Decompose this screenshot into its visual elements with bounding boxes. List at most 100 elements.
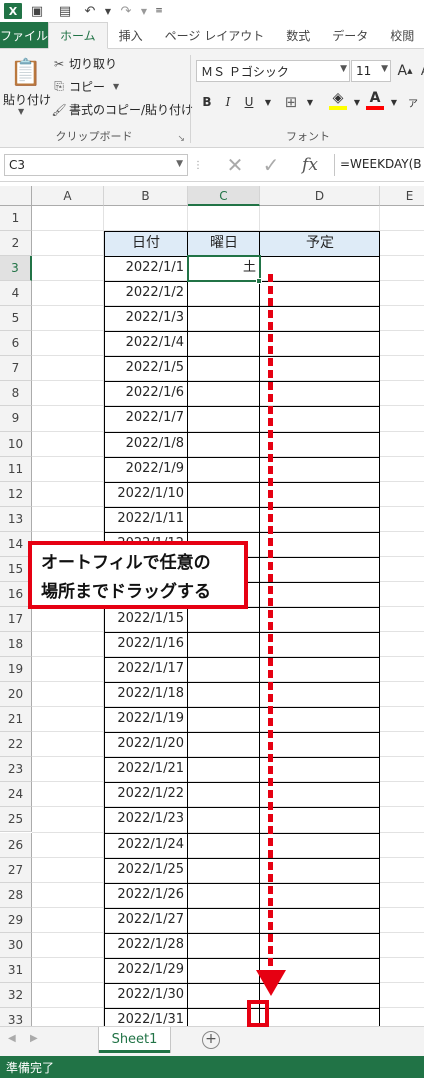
font-color-dropdown-icon[interactable]: ▼ — [385, 92, 403, 112]
save-icon[interactable]: ▣ — [22, 0, 52, 22]
row-header-33[interactable]: 33 — [0, 1007, 32, 1026]
copy-button[interactable]: ⎘ コピー ▼ — [52, 78, 119, 95]
date-cell[interactable]: 2022/1/4 — [104, 331, 184, 356]
row-header-29[interactable]: 29 — [0, 907, 32, 933]
row-header-28[interactable]: 28 — [0, 882, 32, 908]
date-cell[interactable]: 2022/1/1 — [104, 256, 184, 281]
select-all-corner[interactable] — [0, 186, 32, 206]
tab-home[interactable]: ホーム — [48, 22, 108, 49]
borders-icon[interactable]: ⊞ — [282, 92, 300, 112]
date-cell[interactable]: 2022/1/24 — [104, 833, 184, 858]
scroll-sheets-left-icon[interactable]: ◀ — [8, 1033, 16, 1044]
date-cell[interactable]: 2022/1/22 — [104, 782, 184, 807]
tab-insert[interactable]: 挿入 — [108, 22, 154, 48]
clipboard-launcher-icon[interactable]: ↘ — [177, 134, 185, 144]
increase-font-size-icon[interactable]: A ▲ — [396, 61, 414, 81]
row-header-21[interactable]: 21 — [0, 707, 32, 733]
redo-dropdown-icon[interactable]: ▼ — [138, 0, 150, 22]
column-header-d[interactable]: D — [260, 186, 380, 206]
tab-file[interactable]: ファイル — [0, 22, 49, 48]
enter-check-icon[interactable]: ✓ — [258, 153, 284, 177]
date-cell[interactable]: 2022/1/2 — [104, 281, 184, 306]
row-header-6[interactable]: 6 — [0, 331, 32, 357]
fill-color-icon[interactable]: ◈ — [329, 90, 347, 110]
tab-data[interactable]: データ — [321, 22, 379, 48]
date-cell[interactable]: 2022/1/28 — [104, 933, 184, 958]
row-header-27[interactable]: 27 — [0, 857, 32, 883]
date-cell[interactable]: 2022/1/3 — [104, 306, 184, 331]
font-size-select[interactable]: 11 ▼ — [351, 60, 391, 82]
row-header-11[interactable]: 11 — [0, 456, 32, 482]
row-header-26[interactable]: 26 — [0, 832, 32, 858]
row-header-23[interactable]: 23 — [0, 757, 32, 783]
date-cell[interactable]: 2022/1/20 — [104, 732, 184, 757]
date-cell[interactable]: 2022/1/17 — [104, 657, 184, 682]
row-header-18[interactable]: 18 — [0, 632, 32, 658]
cut-button[interactable]: ✂ 切り取り — [52, 55, 117, 72]
table-header-cell[interactable]: 日付 — [104, 231, 188, 256]
format-painter-button[interactable]: 🖌 書式のコピー/貼り付け — [51, 101, 193, 118]
date-cell[interactable]: 2022/1/19 — [104, 707, 184, 732]
row-header-8[interactable]: 8 — [0, 381, 32, 407]
date-cell[interactable]: 2022/1/16 — [104, 632, 184, 657]
date-cell[interactable]: 2022/1/27 — [104, 908, 184, 933]
weekday-cell[interactable]: 土 — [188, 256, 256, 281]
date-cell[interactable]: 2022/1/21 — [104, 757, 184, 782]
underline-button[interactable]: U — [240, 92, 258, 112]
date-cell[interactable]: 2022/1/15 — [104, 607, 184, 632]
date-cell[interactable]: 2022/1/18 — [104, 682, 184, 707]
tab-page-layout[interactable]: ページ レイアウト — [154, 22, 276, 48]
tab-review[interactable]: 校閲 — [379, 22, 424, 48]
date-cell[interactable]: 2022/1/30 — [104, 983, 184, 1008]
row-header-31[interactable]: 31 — [0, 957, 32, 983]
insert-function-icon[interactable]: fx — [296, 154, 324, 176]
decrease-font-size-icon[interactable]: A — [416, 61, 424, 81]
formula-input[interactable]: =WEEKDAY(B — [334, 154, 424, 176]
date-cell[interactable]: 2022/1/9 — [104, 457, 184, 482]
date-cell[interactable]: 2022/1/31 — [104, 1008, 184, 1026]
row-header-30[interactable]: 30 — [0, 932, 32, 958]
paste-icon[interactable]: 📋 — [8, 55, 44, 91]
row-header-32[interactable]: 32 — [0, 982, 32, 1008]
name-box[interactable]: C3 ▼ — [4, 154, 188, 176]
phonetic-guide-icon[interactable]: ア — [404, 92, 422, 112]
table-header-cell[interactable]: 予定 — [260, 231, 380, 256]
tab-formulas[interactable]: 数式 — [275, 22, 321, 48]
row-header-7[interactable]: 7 — [0, 356, 32, 382]
date-cell[interactable]: 2022/1/10 — [104, 482, 184, 507]
paste-dropdown-icon[interactable]: ▼ — [18, 107, 24, 116]
date-cell[interactable]: 2022/1/29 — [104, 958, 184, 983]
row-header-13[interactable]: 13 — [0, 506, 32, 532]
row-header-2[interactable]: 2 — [0, 231, 32, 257]
row-header-19[interactable]: 19 — [0, 657, 32, 683]
column-header-e[interactable]: E — [380, 186, 424, 206]
row-header-10[interactable]: 10 — [0, 431, 32, 457]
column-header-c[interactable]: C — [188, 186, 260, 206]
column-header-b[interactable]: B — [104, 186, 188, 206]
row-header-1[interactable]: 1 — [0, 206, 32, 232]
bold-button[interactable]: B — [198, 92, 216, 112]
date-cell[interactable]: 2022/1/23 — [104, 807, 184, 832]
row-header-3[interactable]: 3 — [0, 256, 32, 282]
row-header-25[interactable]: 25 — [0, 807, 32, 833]
save-as-icon[interactable]: ▤ — [52, 0, 78, 22]
borders-dropdown-icon[interactable]: ▼ — [301, 92, 319, 112]
row-header-17[interactable]: 17 — [0, 606, 32, 632]
row-header-22[interactable]: 22 — [0, 732, 32, 758]
date-cell[interactable]: 2022/1/26 — [104, 883, 184, 908]
row-header-5[interactable]: 5 — [0, 306, 32, 332]
font-name-select[interactable]: ＭＳ Ｐゴシック ▼ — [196, 60, 350, 82]
row-header-4[interactable]: 4 — [0, 281, 32, 307]
redo-icon[interactable]: ↷ — [114, 0, 138, 22]
fill-color-dropdown-icon[interactable]: ▼ — [348, 92, 366, 112]
italic-button[interactable]: I — [219, 92, 237, 112]
row-header-20[interactable]: 20 — [0, 682, 32, 708]
fill-handle[interactable] — [256, 278, 262, 285]
undo-icon[interactable]: ↶ — [78, 0, 102, 22]
row-header-12[interactable]: 12 — [0, 481, 32, 507]
date-cell[interactable]: 2022/1/6 — [104, 381, 184, 406]
row-header-24[interactable]: 24 — [0, 782, 32, 808]
underline-dropdown-icon[interactable]: ▼ — [259, 92, 277, 112]
date-cell[interactable]: 2022/1/5 — [104, 356, 184, 381]
date-cell[interactable]: 2022/1/8 — [104, 432, 184, 457]
